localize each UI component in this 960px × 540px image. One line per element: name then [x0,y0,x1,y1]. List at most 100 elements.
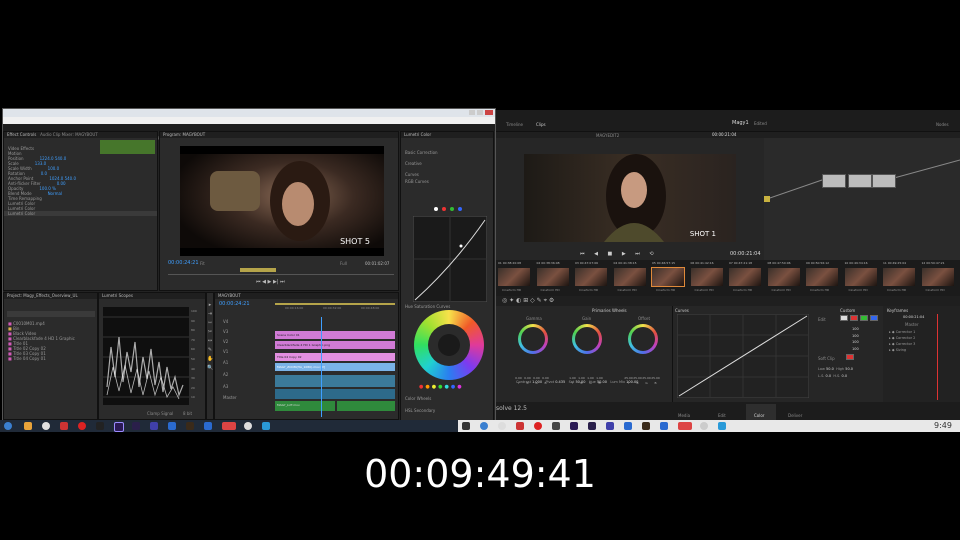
track-header[interactable]: V1 [219,347,269,357]
timeline-button[interactable]: Timeline [506,122,523,127]
curve-channel-dots[interactable] [434,207,464,212]
fit-dropdown[interactable]: Fit [200,261,205,266]
audio-clip[interactable] [275,389,395,399]
gain-wheel[interactable] [572,324,602,354]
clip-thumbnail[interactable] [883,268,915,286]
lumetri-creative[interactable]: Creative [401,161,493,166]
clip-thumbnail[interactable] [536,268,569,286]
channel-g-swatch[interactable] [860,315,868,321]
hue-saturation-wheel[interactable] [414,310,484,380]
node-input[interactable] [764,196,770,202]
explorer-icon[interactable] [24,422,32,430]
track-header[interactable]: A1 [219,357,269,369]
effect-controls-tab[interactable]: Effect Controls Audio Clip Mixer: MAGYBO… [4,132,157,138]
app-icon[interactable] [660,422,668,430]
clip-thumbnail[interactable] [767,268,800,286]
premiere-taskbar-icon[interactable] [114,422,124,432]
lumetri-hsl-secondary[interactable]: HSL Secondary [401,408,435,413]
project-search-input[interactable] [7,311,95,317]
page-edit[interactable]: Edit [718,413,726,418]
close-button[interactable] [485,110,493,115]
app-icon[interactable] [60,422,68,430]
channel-y-swatch[interactable] [840,315,848,321]
start-icon[interactable] [480,422,488,430]
full-dropdown[interactable]: Full [340,261,347,266]
node-corrector-2[interactable] [848,174,872,188]
clip-thumbnail[interactable] [729,268,761,286]
audio-clip[interactable]: MAGY_LUT.mov [275,401,335,411]
rgb-curve-graph[interactable] [413,216,487,302]
minimize-button[interactable] [469,110,475,115]
clips-button[interactable]: Clips [536,122,546,127]
track-header[interactable]: Master [219,393,269,403]
app-icon[interactable] [678,422,692,430]
clip-thumbnail[interactable] [921,268,954,286]
after-effects-icon[interactable] [132,422,140,430]
program-scrub-bar[interactable] [168,274,394,275]
maximize-button[interactable] [477,110,483,115]
chrome-icon[interactable] [42,422,50,430]
skype-icon[interactable] [262,422,270,430]
premiere-taskbar-icon[interactable] [570,422,578,430]
app-icon[interactable] [244,422,252,430]
track-header[interactable]: A2 [219,369,269,381]
app-icon[interactable] [462,422,470,430]
app-icon[interactable] [552,422,560,430]
after-effects-icon[interactable] [588,422,596,430]
lumetri-basic-correction[interactable]: Basic Correction [401,150,493,155]
nodes-button[interactable]: Nodes [936,122,949,127]
lumetri-tab[interactable]: Lumetri Color [401,132,493,138]
project-item[interactable]: ■ Title 04 Copy 01 [4,356,97,361]
app-icon[interactable] [222,422,236,430]
page-color[interactable]: Color [754,413,764,418]
app-icon[interactable] [516,422,524,430]
app-icon[interactable] [150,422,158,430]
page-deliver[interactable]: Deliver [788,413,802,418]
scopes-tab[interactable]: Lumetri Scopes [99,293,205,299]
keyframes-master[interactable]: Master [905,322,919,327]
effect-row-selected[interactable]: Lumetri Color [4,211,157,216]
curve-intensity-values[interactable]: 100 100 100 100 [852,326,859,352]
resolve-transport[interactable]: ⏮ ◀ ■ ▶ ⏭ ⟲ [580,251,658,257]
hsl-color-dots[interactable]: ●●●●●●● [419,384,464,390]
custom-curve-graph[interactable] [677,314,809,398]
project-tab[interactable]: Project: Magy_Effects_Overview_UL [4,293,97,299]
work-area-bar[interactable] [275,303,395,305]
program-tab[interactable]: Program: MAGYBOUT [160,132,398,138]
channel-r-swatch[interactable] [850,315,858,321]
tool-icons[interactable]: ▸ ⇥ ⇿ ✂ ↔ ✎ ✋ 🔍 [207,301,213,373]
app-icon[interactable] [534,422,542,430]
timeline-clip[interactable]: Title 04 Copy 02 [275,353,395,361]
audio-clip[interactable] [275,375,395,387]
bit-depth-dropdown[interactable]: 8 bit [183,411,192,416]
timeline-clip[interactable]: Clearblackfade 4 HD 1 Graphic.png [275,341,395,349]
lumetri-rgb-curves[interactable]: RGB Curves [401,179,493,184]
timeline-clip[interactable]: MAGY_ZOOM(HA_1080).mov [V] [275,363,395,371]
app-icon[interactable] [204,422,212,430]
clip-thumbnail[interactable] [690,268,723,286]
node-corrector-3[interactable] [872,174,896,188]
app-icon[interactable] [700,422,708,430]
softclip-values[interactable]: Low 50.0 High 50.0 L.S. 0.0 H.S. 0.0 [818,366,853,380]
page-media[interactable]: Media [678,413,690,418]
photoshop-icon[interactable] [624,422,632,430]
skype-icon[interactable] [718,422,726,430]
tool-icons-row[interactable]: ◎ ✦ ◐ ⊞ ◇ ✎ ⌖ ⚙ [502,297,554,305]
playhead[interactable] [321,317,322,417]
offset-wheel[interactable] [628,324,658,354]
track-header[interactable]: A3 [219,381,269,393]
app-icon[interactable] [96,422,104,430]
node-corrector-1[interactable] [822,174,846,188]
track-header[interactable]: V3 [219,327,269,337]
lumetri-hsl-curves[interactable]: Hue Saturation Curves [401,304,450,309]
illustrator-icon[interactable] [642,422,650,430]
track-header[interactable]: V4 [219,317,269,327]
transport-controls[interactable]: ⏮ ◀ ▶ ▶| ⏭ [256,279,285,285]
gamma-wheel[interactable] [518,324,548,354]
app-icon[interactable] [606,422,614,430]
clip-thumbnail[interactable] [651,267,685,287]
illustrator-icon[interactable] [186,422,194,430]
program-scrubber-marker[interactable] [240,268,276,272]
primaries-adjustments[interactable]: Contrast 1.000 Pivot 0.435 Sat 50.00 Hue… [516,380,638,384]
clip-thumbnail[interactable] [806,268,838,286]
